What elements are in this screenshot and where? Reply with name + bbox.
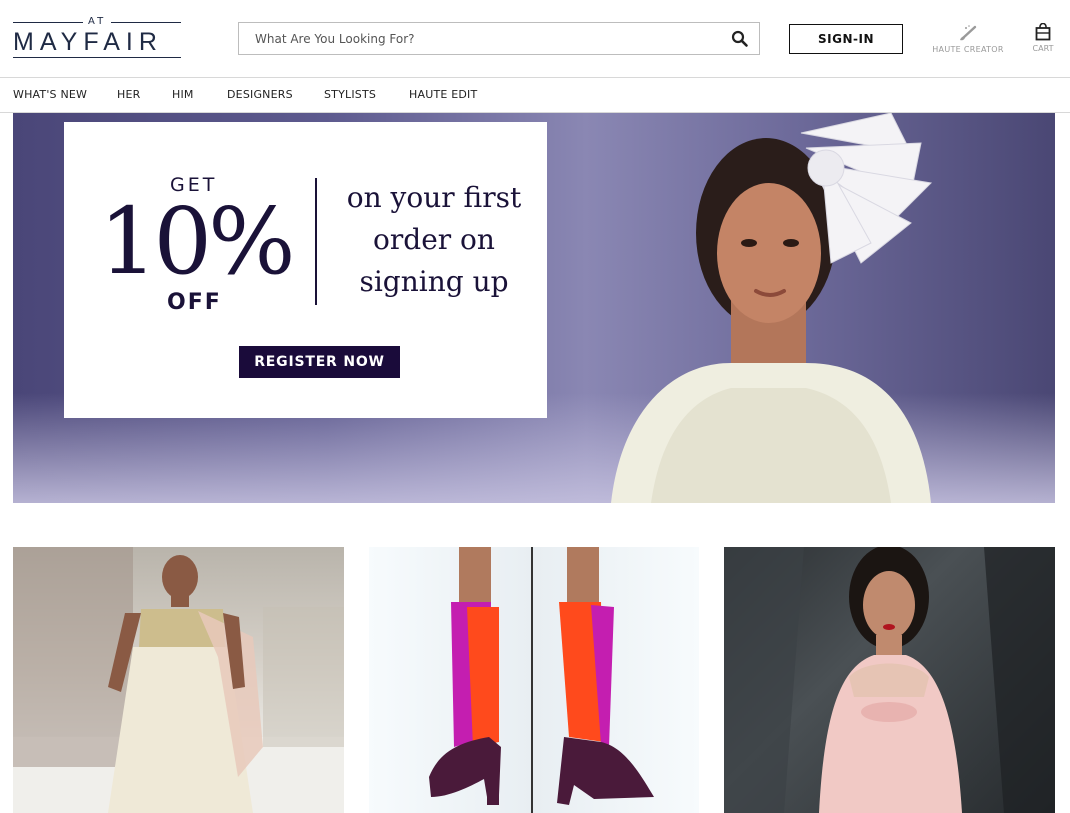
saree-model-image [13,547,344,813]
brush-icon [960,25,977,41]
logo-at-text: AT [88,16,107,27]
nav-item-him[interactable]: HIM [172,88,194,101]
sign-in-button[interactable]: SIGN-IN [789,24,903,54]
mayfair-logo[interactable]: AT MAYFAIR [13,16,183,59]
register-now-button[interactable]: REGISTER NOW [239,346,400,378]
haute-creator-link[interactable]: HAUTE CREATOR [928,24,1008,58]
search-icon[interactable] [731,30,749,48]
boots-image [429,547,654,813]
cart-link[interactable]: CART [1028,23,1058,57]
nav-item-stylists[interactable]: STYLISTS [324,88,376,101]
logo-wordmark: MAYFAIR [13,28,163,56]
hero-model-image [611,113,933,503]
product-tile-boots[interactable] [369,547,699,813]
nav-item-haute-edit[interactable]: HAUTE EDIT [409,88,477,101]
promo-divider [315,178,317,305]
nav-item-whats-new[interactable]: WHAT'S NEW [13,88,87,101]
site-header: AT MAYFAIR SIGN-IN HAUTE CREATOR CART [0,0,1070,78]
shopping-bag-icon [1035,23,1051,41]
promo-off-text: OFF [167,290,222,315]
promo-offer-text: on your first order on signing up [346,181,522,298]
haute-creator-label: HAUTE CREATOR [932,45,1004,54]
search-input[interactable] [239,23,709,54]
promo-card: GET 10% OFF on your first order on signi… [64,122,547,418]
gown-model-image [724,547,1055,813]
nav-item-her[interactable]: HER [117,88,140,101]
hero-banner[interactable]: GET 10% OFF on your first order on signi… [13,113,1055,503]
product-tile-gown[interactable] [724,547,1055,813]
promo-percent: 10% [99,188,295,295]
nav-item-designers[interactable]: DESIGNERS [227,88,293,101]
product-tile-saree[interactable] [13,547,344,813]
search-box [238,22,760,55]
cart-label: CART [1032,44,1054,53]
main-nav: WHAT'S NEW HER HIM DESIGNERS STYLISTS HA… [0,78,1070,113]
